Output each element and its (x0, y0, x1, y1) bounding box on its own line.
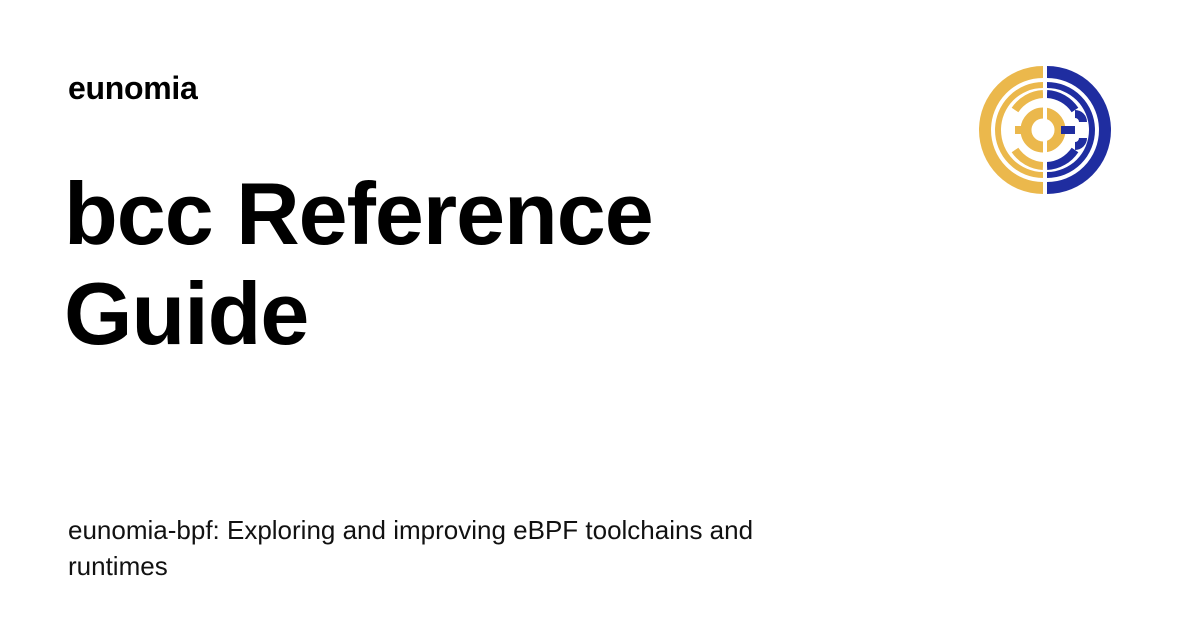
logo-left-inner-arc (1011, 90, 1044, 113)
logo-right-connector (1061, 126, 1075, 134)
link-preview-card: eunomia bcc Reference Guide eunomia-bpf:… (0, 0, 1200, 630)
eunomia-logo-icon (979, 62, 1111, 198)
logo-left-inner-arc-2 (1011, 147, 1044, 170)
logo-left-connector (1015, 126, 1027, 134)
logo-center-split (1043, 62, 1047, 198)
logo-left-outer-arc (979, 66, 1043, 194)
site-name: eunomia (68, 70, 198, 106)
page-title: bcc Reference Guide (64, 164, 654, 363)
page-description: eunomia-bpf: Exploring and improving eBP… (68, 515, 754, 581)
logo-right-inner-arc-2 (1046, 147, 1079, 170)
logo-right-inner-arc (1046, 90, 1079, 113)
